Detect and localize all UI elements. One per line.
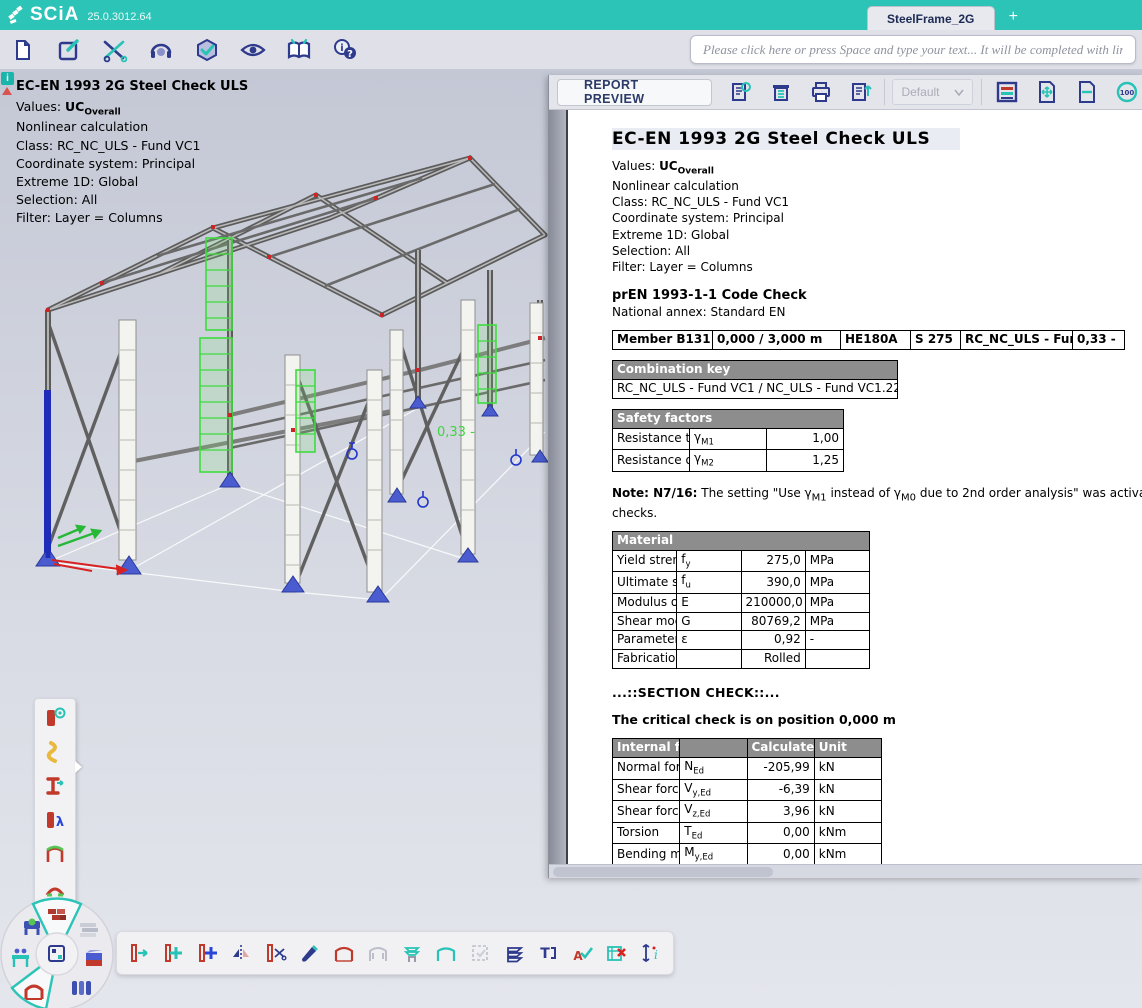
svg-text:i: i bbox=[654, 948, 658, 962]
deformation-icon[interactable] bbox=[40, 739, 70, 765]
zoom-100-icon[interactable]: 100 bbox=[1112, 77, 1142, 107]
internal-forces-table: Internal forcesCalculatedUnit Normal for… bbox=[612, 738, 882, 864]
plates-stack-icon bbox=[80, 923, 98, 937]
result-info-overlay: EC-EN 1993 2G Steel Check ULS Values: UC… bbox=[16, 78, 316, 227]
zoom-preset-dropdown[interactable]: Default bbox=[892, 79, 973, 105]
workstation-wheel[interactable] bbox=[0, 895, 118, 1008]
stability-lambda-icon[interactable]: λ bbox=[40, 807, 70, 833]
report-container-icon[interactable] bbox=[766, 77, 796, 107]
scia-engineer-window: { "app": { "brand": "SCiA", "version": "… bbox=[0, 0, 1142, 1008]
report-preview-header: REPORT PREVIEW Default 100 bbox=[549, 75, 1142, 110]
new-tab-button[interactable]: + bbox=[995, 6, 1032, 30]
print-icon[interactable] bbox=[806, 77, 836, 107]
overlay-title: EC-EN 1993 2G Steel Check ULS bbox=[16, 78, 316, 97]
report-preview-panel: REPORT PREVIEW Default 100 EC-EN 1993 2G… bbox=[548, 75, 1142, 878]
report-preview-tab[interactable]: REPORT PREVIEW bbox=[557, 79, 712, 106]
report-page: EC-EN 1993 2G Steel Check ULS Values: UC… bbox=[566, 110, 1142, 864]
fit-width-icon[interactable] bbox=[1072, 77, 1102, 107]
manipulation-toolbar: T A i bbox=[116, 931, 674, 975]
critical-check-line: The critical check is on position 0,000 … bbox=[612, 712, 1142, 729]
report-content: EC-EN 1993 2G Steel Check ULS Values: UC… bbox=[612, 128, 1142, 864]
report-horizontal-scrollbar[interactable] bbox=[549, 864, 1142, 878]
libraries-book-icon[interactable] bbox=[284, 35, 314, 65]
results-settings-icon[interactable] bbox=[40, 705, 70, 731]
main-toolbar: i? bbox=[0, 30, 1142, 70]
title-bar: SCiA 25.0.3012.64 SteelFrame_2G + bbox=[0, 0, 1142, 30]
portal-frame-icon[interactable] bbox=[329, 937, 359, 969]
scrollbar-thumb[interactable] bbox=[553, 867, 773, 877]
spell-check-icon[interactable]: A bbox=[567, 937, 597, 969]
spacebar-command-input[interactable] bbox=[690, 35, 1136, 64]
copy-member-icon[interactable] bbox=[159, 937, 189, 969]
portal-frame-disabled-icon bbox=[363, 937, 393, 969]
delete-table-icon[interactable] bbox=[601, 937, 631, 969]
svg-text:?: ? bbox=[347, 49, 353, 60]
frame-opening-icon[interactable] bbox=[431, 937, 461, 969]
fit-page-icon[interactable] bbox=[1032, 77, 1062, 107]
combination-key-table: Combination key RC_NC_ULS - Fund VC1 / N… bbox=[612, 360, 898, 399]
scia-logo-icon bbox=[6, 4, 28, 26]
solver-icon[interactable] bbox=[146, 35, 176, 65]
report-page-area[interactable]: EC-EN 1993 2G Steel Check ULS Values: UC… bbox=[549, 110, 1142, 864]
tools-icon[interactable] bbox=[100, 35, 130, 65]
svg-text:λ: λ bbox=[56, 815, 64, 830]
material-table: Material Yield strengthfy275,0MPaUltimat… bbox=[612, 531, 870, 669]
report-page-gutter bbox=[549, 110, 566, 864]
note-line: Note: N7/16: The setting "Use γM1 instea… bbox=[612, 486, 1142, 505]
code-check-title: prEN 1993-1-1 Code Check bbox=[612, 287, 1142, 304]
select-region-disabled-icon bbox=[465, 937, 495, 969]
results-toolbar: λ bbox=[34, 698, 76, 908]
uc-result-label-3d: 0,33 - bbox=[437, 425, 475, 440]
safety-factors-table: Safety factors Resistance to instability… bbox=[612, 409, 844, 472]
dimension-line-icon[interactable]: i bbox=[635, 937, 665, 969]
section-check-icon[interactable] bbox=[40, 773, 70, 799]
warning-flag-icon bbox=[2, 87, 12, 95]
svg-text:i: i bbox=[340, 43, 343, 54]
svg-text:100: 100 bbox=[1120, 89, 1135, 97]
move-member-icon[interactable] bbox=[125, 937, 155, 969]
app-version: 25.0.3012.64 bbox=[87, 11, 151, 23]
trim-member-icon[interactable] bbox=[261, 937, 291, 969]
brand-name: SCiA bbox=[30, 4, 79, 26]
page-layout-icon[interactable] bbox=[992, 77, 1022, 107]
new-project-icon[interactable] bbox=[8, 35, 38, 65]
rename-icon[interactable]: T bbox=[533, 937, 563, 969]
paint-properties-icon[interactable] bbox=[295, 937, 325, 969]
project-tab[interactable]: SteelFrame_2G bbox=[867, 6, 995, 30]
edit-project-icon[interactable] bbox=[54, 35, 84, 65]
section-check-heading: ...::SECTION CHECK::... bbox=[612, 685, 1142, 702]
check-cube-icon[interactable] bbox=[192, 35, 222, 65]
fabric-rolls-icon bbox=[72, 981, 91, 995]
report-title: EC-EN 1993 2G Steel Check ULS bbox=[612, 128, 960, 150]
export-report-icon[interactable] bbox=[846, 77, 876, 107]
layers-icon[interactable] bbox=[499, 937, 529, 969]
refresh-report-icon[interactable] bbox=[726, 77, 756, 107]
svg-text:A: A bbox=[573, 949, 583, 963]
chevron-down-icon bbox=[954, 89, 964, 96]
frame-check-icon[interactable] bbox=[40, 841, 70, 867]
multi-copy-icon[interactable] bbox=[193, 937, 223, 969]
view-eye-icon[interactable] bbox=[238, 35, 268, 65]
mirror-icon[interactable] bbox=[227, 937, 257, 969]
svg-text:T: T bbox=[540, 946, 550, 962]
info-badge-icon[interactable]: i bbox=[1, 72, 14, 85]
table-layers-icon[interactable] bbox=[397, 937, 427, 969]
help-bubbles-icon[interactable]: i? bbox=[330, 35, 360, 65]
member-summary-table: Member B1310,000 / 3,000 mHE180AS 275RC_… bbox=[612, 330, 1125, 350]
